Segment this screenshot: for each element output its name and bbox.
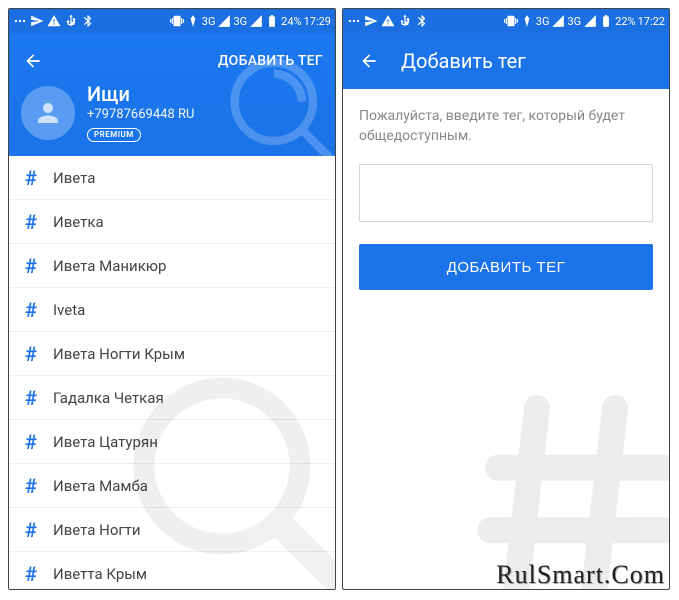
tag-label: Ивета [53, 169, 95, 187]
usb-icon [398, 14, 412, 28]
hash-icon: # [23, 166, 39, 190]
tag-label: Ивета Мамба [53, 477, 148, 495]
avatar [21, 86, 75, 140]
battery-icon [599, 14, 613, 28]
network-type-2: 3G [233, 15, 247, 28]
hash-icon: # [23, 386, 39, 410]
tag-row[interactable]: # Иветта Крым [9, 552, 335, 590]
tag-label: Гадалка Четкая [53, 389, 164, 407]
network-type-1: 3G [202, 15, 216, 28]
hash-icon: # [23, 474, 39, 498]
hash-icon: # [23, 562, 39, 586]
hash-icon: # [23, 430, 39, 454]
premium-badge: PREMIUM [87, 128, 141, 142]
diamond-icon [520, 14, 534, 28]
clock: 17:29 [304, 15, 331, 28]
add-tag-action[interactable]: ДОБАВИТЬ ТЕГ [218, 53, 323, 69]
network-type-1: 3G [536, 15, 550, 28]
bluetooth-icon [415, 14, 429, 28]
tag-label: Iveta [53, 301, 85, 319]
signal-icon-2 [583, 14, 597, 28]
form-area: Пожалуйста, введите тег, который будет о… [343, 89, 669, 308]
tag-label: Иветка [53, 213, 104, 231]
diamond-icon [186, 14, 200, 28]
battery-icon [265, 14, 279, 28]
hash-icon: # [23, 298, 39, 322]
tag-label: Ивета Ногти [53, 521, 141, 539]
add-tag-button[interactable]: ДОБАВИТЬ ТЕГ [359, 244, 653, 290]
hash-icon: # [23, 342, 39, 366]
signal-icon-2 [249, 14, 263, 28]
contact-phone: +79787669448 RU [87, 107, 194, 122]
tag-label: Ивета Ногти Крым [53, 345, 185, 363]
back-button[interactable] [21, 49, 45, 73]
tag-label: Ивета Цатурян [53, 433, 158, 451]
screen-add-tag: 3G 3G 22% 17:22 Добавить тег Пожалуйста,… [342, 8, 670, 590]
vibrate-icon [170, 14, 184, 28]
profile-header: ДОБАВИТЬ ТЕГ Ищи +79787669448 RU PREMIUM [9, 33, 335, 156]
tag-row[interactable]: # Ивета Маникюр [9, 244, 335, 288]
back-button[interactable] [357, 49, 381, 73]
tag-list: # Ивета # Иветка # Ивета Маникюр # Iveta # Ивета … [9, 156, 335, 590]
send-icon [364, 14, 378, 28]
hash-bg-icon [459, 369, 670, 590]
more-icon [347, 14, 361, 28]
hash-icon: # [23, 518, 39, 542]
bluetooth-icon [81, 14, 95, 28]
status-bar: 3G 3G 24% 17:29 [9, 9, 335, 33]
screen-tag-list: 3G 3G 24% 17:29 ДОБАВИТЬ ТЕГ Ищи +797876… [8, 8, 336, 590]
signal-icon [551, 14, 565, 28]
signal-icon [217, 14, 231, 28]
tag-row[interactable]: # Иветка [9, 200, 335, 244]
tag-row[interactable]: # Ивета Мамба [9, 464, 335, 508]
hash-icon: # [23, 210, 39, 234]
hash-icon: # [23, 254, 39, 278]
network-type-2: 3G [567, 15, 581, 28]
tag-label: Ивета Маникюр [53, 257, 166, 275]
page-title: Добавить тег [401, 49, 526, 73]
tag-row[interactable]: # Ивета Ногти [9, 508, 335, 552]
contact-name: Ищи [87, 83, 194, 105]
warning-icon [47, 14, 61, 28]
send-icon [30, 14, 44, 28]
tag-row[interactable]: # Гадалка Четкая [9, 376, 335, 420]
warning-icon [381, 14, 395, 28]
more-icon [13, 14, 27, 28]
tag-row[interactable]: # Ивета [9, 156, 335, 200]
tag-row[interactable]: # Iveta [9, 288, 335, 332]
tag-row[interactable]: # Ивета Цатурян [9, 420, 335, 464]
vibrate-icon [504, 14, 518, 28]
battery-percent: 22% [615, 15, 635, 28]
hint-text: Пожалуйста, введите тег, который будет о… [359, 107, 653, 146]
clock: 17:22 [638, 15, 665, 28]
tag-label: Иветта Крым [53, 565, 147, 583]
tag-input[interactable] [359, 164, 653, 222]
battery-percent: 24% [281, 15, 301, 28]
tag-row[interactable]: # Ивета Ногти Крым [9, 332, 335, 376]
page-header: Добавить тег [343, 33, 669, 89]
usb-icon [64, 14, 78, 28]
status-bar: 3G 3G 22% 17:22 [343, 9, 669, 33]
